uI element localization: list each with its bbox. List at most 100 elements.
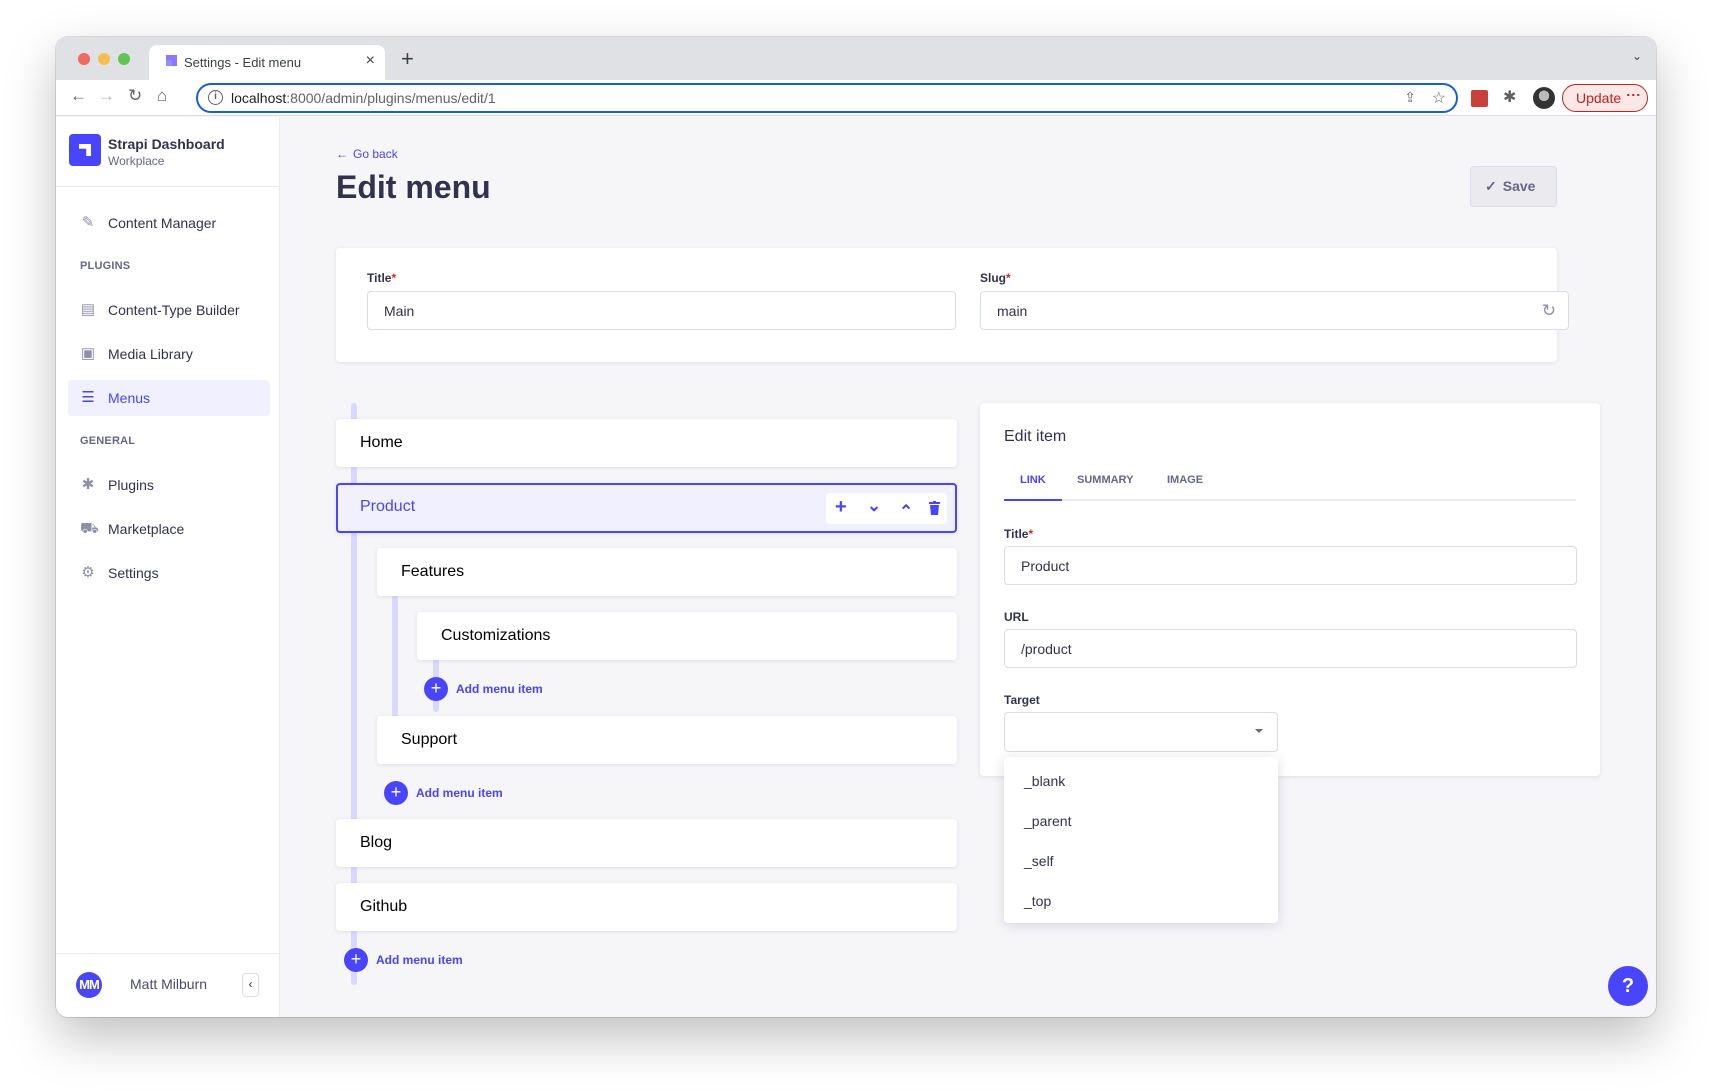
option-self[interactable]: _self bbox=[1024, 853, 1054, 869]
add-menu-item-label: Add menu item bbox=[376, 953, 463, 967]
trash-icon[interactable] bbox=[929, 501, 940, 515]
option-top[interactable]: _top bbox=[1024, 893, 1051, 909]
tab-summary[interactable]: SUMMARY bbox=[1077, 474, 1133, 486]
save-label: Save bbox=[1502, 178, 1536, 194]
menu-item-product[interactable]: Product + ⌄ ⌃ bbox=[336, 483, 957, 533]
sidebar-item-content-type-builder[interactable]: ▤ Content-Type Builder bbox=[68, 292, 270, 328]
sidebar-item-label: Media Library bbox=[108, 346, 193, 362]
plus-circle-icon: + bbox=[344, 948, 368, 972]
menu-item-label: Home bbox=[360, 434, 403, 451]
menu-item-label: Customizations bbox=[441, 627, 551, 644]
go-back-label: Go back bbox=[353, 147, 398, 161]
menu-item-features[interactable]: Features bbox=[377, 548, 957, 596]
address-bar[interactable]: i localhost:8000/admin/plugins/menus/edi… bbox=[196, 83, 1458, 113]
slug-value: main bbox=[997, 303, 1028, 319]
bookmark-star-icon[interactable]: ☆ bbox=[1432, 88, 1446, 108]
sidebar-item-marketplace[interactable]: ⛟ Marketplace bbox=[68, 511, 270, 547]
target-select[interactable] bbox=[1004, 712, 1278, 752]
sidebar-item-settings[interactable]: ⚙ Settings bbox=[68, 555, 270, 591]
menu-title-input[interactable]: Main bbox=[367, 291, 956, 330]
option-blank[interactable]: _blank bbox=[1024, 773, 1065, 789]
avatar[interactable]: MM bbox=[76, 972, 102, 998]
collapse-sidebar-button[interactable]: ‹ bbox=[242, 973, 259, 997]
add-child-icon[interactable]: + bbox=[835, 496, 847, 518]
item-target-label: Target bbox=[1004, 693, 1040, 707]
menu-item-label: Blog bbox=[360, 834, 393, 851]
update-label: Update bbox=[1576, 90, 1622, 106]
brand: Strapi Dashboard Workplace bbox=[56, 117, 279, 187]
sidebar-item-content-manager[interactable]: ✎ Content Manager bbox=[68, 205, 270, 241]
menu-item-github[interactable]: Github bbox=[336, 883, 957, 931]
add-menu-item-label: Add menu item bbox=[416, 786, 503, 800]
extensions-puzzle-icon[interactable]: ✱ bbox=[1503, 87, 1516, 107]
item-title-label: Title* bbox=[1004, 527, 1034, 541]
site-info-icon[interactable]: i bbox=[208, 90, 223, 105]
slug-label: Slug* bbox=[980, 271, 1011, 285]
main-content: ← Go back Edit menu ✓ Save Title* Main Slu… bbox=[281, 117, 1656, 1017]
share-icon[interactable]: ⇪ bbox=[1404, 89, 1416, 106]
layout-icon: ▤ bbox=[80, 301, 96, 318]
menu-slug-input[interactable]: main ↻ bbox=[980, 291, 1569, 330]
brand-subtitle: Workplace bbox=[108, 154, 165, 168]
item-title-input[interactable]: Product bbox=[1004, 546, 1577, 585]
maximize-window-button[interactable] bbox=[118, 53, 130, 65]
item-url-label: URL bbox=[1004, 610, 1029, 624]
reload-icon[interactable]: ↻ bbox=[128, 86, 142, 106]
strapi-app: Strapi Dashboard Workplace ✎ Content Man… bbox=[56, 117, 1656, 1017]
menu-item-customizations[interactable]: Customizations bbox=[417, 612, 957, 660]
menu-item-label: Github bbox=[360, 898, 408, 915]
browser-window: Settings - Edit menu × + ⌄ ← → ↻ ⌂ i loc… bbox=[56, 37, 1656, 1017]
puzzle-icon: ✱ bbox=[81, 476, 95, 493]
save-button[interactable]: ✓ Save bbox=[1470, 166, 1557, 207]
brand-name: Strapi Dashboard bbox=[108, 136, 225, 152]
tab-search-icon[interactable]: ⌄ bbox=[1632, 49, 1642, 63]
update-button[interactable]: Update ⋮ bbox=[1562, 84, 1648, 112]
cart-icon: ⛟ bbox=[80, 520, 99, 537]
tab-link[interactable]: LINK bbox=[1020, 474, 1046, 486]
menu-icon: ☰ bbox=[81, 389, 95, 406]
tab-image[interactable]: IMAGE bbox=[1167, 474, 1203, 486]
close-tab-icon[interactable]: × bbox=[366, 52, 375, 70]
home-icon[interactable]: ⌂ bbox=[157, 86, 167, 106]
menu-details-card: Title* Main Slug* main ↻ bbox=[336, 248, 1569, 362]
menu-item-support[interactable]: Support bbox=[377, 716, 957, 764]
menu-item-label: Support bbox=[401, 731, 458, 748]
help-button[interactable]: ? bbox=[1608, 966, 1648, 1006]
edit-item-title: Edit item bbox=[1004, 428, 1067, 445]
user-name: Matt Milburn bbox=[130, 976, 208, 992]
sidebar-item-media-library[interactable]: ▣ Media Library bbox=[68, 336, 270, 372]
sidebar-footer: MM Matt Milburn ‹ bbox=[56, 953, 279, 1017]
url-text: localhost:8000/admin/plugins/menus/edit/… bbox=[231, 90, 496, 106]
option-parent[interactable]: _parent bbox=[1024, 813, 1071, 829]
strapi-logo-icon bbox=[69, 134, 101, 166]
profile-avatar[interactable] bbox=[1533, 87, 1555, 109]
browser-tab[interactable]: Settings - Edit menu × bbox=[149, 45, 385, 80]
item-url-input[interactable]: /product bbox=[1004, 629, 1577, 668]
move-up-icon[interactable]: ⌃ bbox=[899, 501, 913, 523]
caret-down-icon bbox=[1255, 729, 1263, 733]
sidebar: Strapi Dashboard Workplace ✎ Content Man… bbox=[56, 117, 280, 1017]
section-plugins: PLUGINS bbox=[80, 260, 131, 272]
back-icon[interactable]: ← bbox=[70, 86, 87, 106]
sidebar-item-plugins[interactable]: ✱ Plugins bbox=[68, 467, 270, 503]
regenerate-slug-icon[interactable]: ↻ bbox=[1542, 301, 1556, 321]
strapi-favicon-icon bbox=[166, 55, 177, 66]
add-menu-item-label: Add menu item bbox=[456, 682, 543, 696]
active-tab-indicator bbox=[1004, 499, 1062, 501]
move-down-icon[interactable]: ⌄ bbox=[867, 495, 881, 517]
forward-icon[interactable]: → bbox=[98, 86, 115, 106]
go-back-link[interactable]: ← Go back bbox=[336, 147, 398, 161]
extension-icon[interactable] bbox=[1471, 90, 1488, 107]
page-title: Edit menu bbox=[336, 169, 491, 205]
sidebar-item-label: Content-Type Builder bbox=[108, 302, 240, 318]
minimize-window-button[interactable] bbox=[98, 53, 110, 65]
close-window-button[interactable] bbox=[78, 53, 90, 65]
sidebar-item-menus[interactable]: ☰ Menus bbox=[68, 380, 270, 416]
pencil-icon: ✎ bbox=[81, 214, 95, 231]
edit-item-panel: Edit item LINK SUMMARY IMAGE Title* Prod… bbox=[980, 403, 1600, 776]
new-tab-button[interactable]: + bbox=[401, 46, 414, 72]
image-icon: ▣ bbox=[80, 345, 96, 362]
item-actions: + ⌄ ⌃ bbox=[826, 493, 947, 524]
menu-item-home[interactable]: Home bbox=[336, 419, 957, 467]
menu-item-blog[interactable]: Blog bbox=[336, 819, 957, 867]
